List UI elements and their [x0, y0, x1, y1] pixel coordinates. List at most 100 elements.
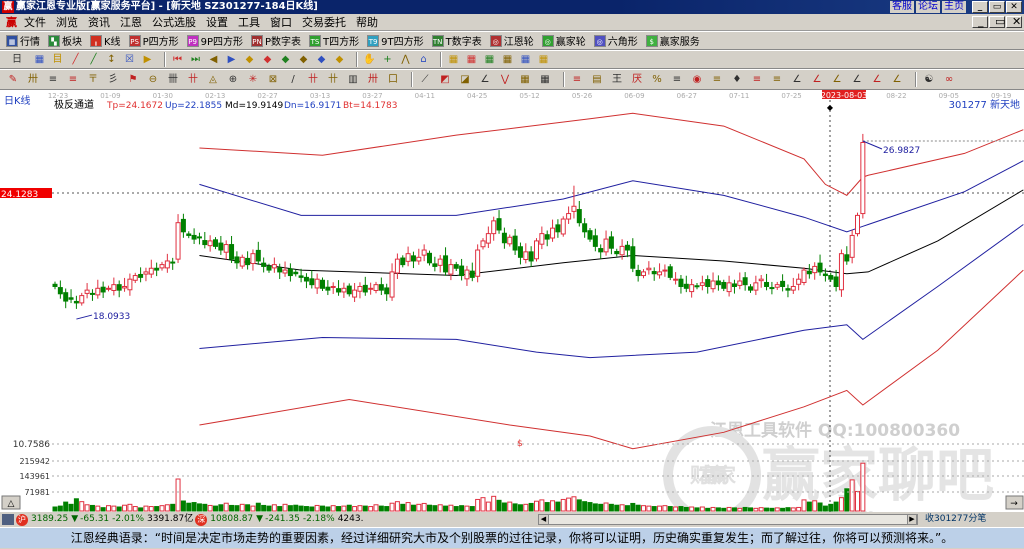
drawing-tool-icon[interactable]: 卄: [306, 73, 320, 86]
toolbar-button-hexagon[interactable]: ◎ 六角形: [593, 33, 638, 48]
drawing-tool-icon[interactable]: ☯: [922, 73, 936, 86]
scroll-right-arrow-icon[interactable]: ▶: [907, 515, 917, 524]
drawing-tool-icon[interactable]: ∠: [478, 73, 492, 86]
toolbar-button-kline[interactable]: ╻ K线: [90, 33, 121, 48]
drawing-tool-icon[interactable]: ⟋: [418, 73, 432, 86]
triangle-up-icon[interactable]: △: [8, 499, 15, 509]
drawing-tool-icon[interactable]: ∞: [942, 73, 956, 86]
chart-tool-icon[interactable]: ◆: [315, 53, 328, 66]
chart-tool-icon[interactable]: ⏮: [171, 53, 184, 66]
chart-tool-icon[interactable]: ◀: [207, 53, 220, 66]
drawing-tool-icon[interactable]: 卌: [166, 73, 180, 86]
drawing-tool-icon[interactable]: ∠: [830, 73, 844, 86]
drawing-tool-icon[interactable]: ▦: [518, 73, 532, 86]
drawing-tool-icon[interactable]: /: [286, 73, 300, 86]
drawing-tool-icon[interactable]: ≡: [66, 73, 80, 86]
menu-news[interactable]: 资讯: [83, 14, 115, 30]
chart-tool-icon[interactable]: ▶: [225, 53, 238, 66]
drawing-tool-icon[interactable]: ≡: [46, 73, 60, 86]
toolbar-button-quote[interactable]: ▦ 行情: [6, 33, 40, 48]
drawing-tool-icon[interactable]: 卅: [26, 73, 40, 86]
child-minimize-button[interactable]: _: [972, 16, 988, 28]
chart-tool-icon[interactable]: +: [381, 53, 394, 66]
drawing-tool-icon[interactable]: ⊕: [226, 73, 240, 86]
chart-tool-icon[interactable]: ↕: [105, 53, 118, 66]
chart-tool-icon[interactable]: ◆: [279, 53, 292, 66]
chart-tool-icon[interactable]: ▦: [465, 53, 478, 66]
drawing-tool-icon[interactable]: 卅: [366, 73, 380, 86]
menu-help[interactable]: 帮助: [351, 14, 383, 30]
drawing-tool-icon[interactable]: ⚑: [126, 73, 140, 86]
toolbar-button-9t-square[interactable]: T9 9T四方形: [367, 33, 424, 48]
drawing-tool-icon[interactable]: ≡: [570, 73, 584, 86]
drawing-tool-icon[interactable]: 厌: [630, 73, 644, 86]
drawing-tool-icon[interactable]: ◉: [690, 73, 704, 86]
minimize-button[interactable]: _: [972, 1, 988, 13]
chart-tool-icon[interactable]: ▦: [483, 53, 496, 66]
toolbar-button-sector[interactable]: ▚ 板块: [48, 33, 82, 48]
scroll-left-arrow-icon[interactable]: ◀: [539, 515, 549, 524]
chart-tool-icon[interactable]: ◆: [243, 53, 256, 66]
drawing-tool-icon[interactable]: 〒: [86, 73, 100, 86]
drawing-tool-icon[interactable]: ≡: [670, 73, 684, 86]
menu-file[interactable]: 文件: [19, 14, 51, 30]
chart-tool-icon[interactable]: ⋀: [399, 53, 412, 66]
chart-tool-icon[interactable]: ▦: [537, 53, 550, 66]
menu-browse[interactable]: 浏览: [51, 14, 83, 30]
drawing-tool-icon[interactable]: ∠: [870, 73, 884, 86]
chart-tool-icon[interactable]: ◆: [297, 53, 310, 66]
chart-tool-icon[interactable]: ╱: [69, 53, 82, 66]
menu-tools[interactable]: 工具: [233, 14, 265, 30]
child-restore-button[interactable]: ▭: [989, 16, 1005, 28]
toolbar-button-p-square[interactable]: PS P四方形: [128, 33, 179, 48]
drawing-tool-icon[interactable]: ♦: [730, 73, 744, 86]
chart-tool-icon[interactable]: ◆: [261, 53, 274, 66]
service-link[interactable]: 客服: [890, 1, 914, 13]
tick-data-label[interactable]: 收301277分笔: [925, 512, 986, 527]
toolbar-button-winner-wheel[interactable]: ◎ 赢家轮: [541, 33, 586, 48]
chart-tool-icon[interactable]: ▦: [447, 53, 460, 66]
chart-tool-icon[interactable]: ⏭: [189, 53, 202, 66]
drawing-tool-icon[interactable]: ◪: [458, 73, 472, 86]
drawing-tool-icon[interactable]: ⊠: [266, 73, 280, 86]
chart-tool-icon[interactable]: ▦: [33, 53, 46, 66]
chart-tool-icon[interactable]: ╱: [87, 53, 100, 66]
drawing-tool-icon[interactable]: ∠: [890, 73, 904, 86]
drawing-tool-icon[interactable]: ✎: [6, 73, 20, 86]
drawing-tool-icon[interactable]: ∠: [810, 73, 824, 86]
close-button[interactable]: ✕: [1006, 1, 1022, 13]
toolbar-button-service[interactable]: $ 赢家服务: [645, 33, 700, 48]
drawing-tool-icon[interactable]: ✳: [246, 73, 260, 86]
chart-tool-icon[interactable]: ◆: [333, 53, 346, 66]
menu-gann[interactable]: 江恩: [115, 14, 147, 30]
drawing-tool-icon[interactable]: 卄: [326, 73, 340, 86]
toolbar-button-t-square[interactable]: TS T四方形: [309, 33, 359, 48]
drawing-tool-icon[interactable]: ≡: [710, 73, 724, 86]
drawing-tool-icon[interactable]: 口: [386, 73, 400, 86]
drawing-tool-icon[interactable]: ▤: [590, 73, 604, 86]
child-close-button[interactable]: ✕: [1006, 16, 1022, 28]
chart-tool-icon[interactable]: ▦: [501, 53, 514, 66]
forum-link[interactable]: 论坛: [916, 1, 940, 13]
drawing-tool-icon[interactable]: ◩: [438, 73, 452, 86]
menu-settings[interactable]: 设置: [201, 14, 233, 30]
menu-window[interactable]: 窗口: [265, 14, 297, 30]
horizontal-scrollbar[interactable]: ◀ ▶: [538, 514, 918, 525]
drawing-tool-icon[interactable]: ⊖: [146, 73, 160, 86]
drawing-tool-icon[interactable]: ∠: [790, 73, 804, 86]
drawing-tool-icon[interactable]: 王: [610, 73, 624, 86]
drawing-tool-icon[interactable]: ≡: [750, 73, 764, 86]
restore-button[interactable]: ▭: [989, 1, 1005, 13]
toolbar-button-p-number[interactable]: PN P数字表: [251, 33, 301, 48]
toolbar-button-9p-square[interactable]: P9 9P四方形: [186, 33, 243, 48]
drawing-tool-icon[interactable]: %: [650, 73, 664, 86]
chart-tool-icon[interactable]: ⌂: [417, 53, 430, 66]
drawing-tool-icon[interactable]: ⋁: [498, 73, 512, 86]
drawing-tool-icon[interactable]: 卄: [186, 73, 200, 86]
menu-formula[interactable]: 公式选股: [147, 14, 201, 30]
calculator-icon[interactable]: [2, 514, 14, 525]
chart-tool-icon[interactable]: ✋: [363, 53, 376, 66]
chart-tool-icon[interactable]: 目: [51, 53, 64, 66]
menu-trade[interactable]: 交易委托: [297, 14, 351, 30]
homepage-link[interactable]: 主页: [942, 1, 966, 13]
